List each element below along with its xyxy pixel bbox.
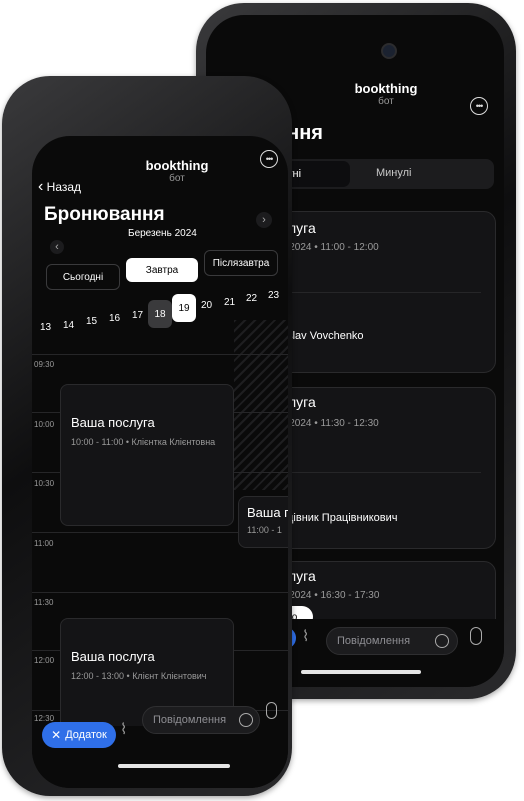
booking-person: oslav Vovchenko (281, 330, 364, 342)
date-18[interactable]: 18 (148, 300, 172, 328)
chevron-left-icon: ‹ (38, 178, 44, 195)
close-icon: ✕ (51, 728, 62, 742)
event-detail: 11:00 - 1 (247, 525, 282, 535)
tab-past[interactable]: Минулі (376, 167, 412, 179)
booking-card[interactable]: слуга я 2024 • 11:00 - 12:00 oslav Vovch… (265, 211, 496, 373)
booking-time: я 2024 • 11:00 - 12:00 (281, 242, 379, 253)
date-22[interactable]: 22 (246, 293, 257, 304)
date-17[interactable]: 17 (132, 310, 143, 321)
tab-bar: утні Минулі (266, 159, 494, 189)
quick-day-after-tomorrow[interactable]: Післязавтра (204, 250, 278, 276)
front-camera (381, 43, 397, 59)
divider (281, 292, 481, 293)
message-input[interactable]: Повідомлення (142, 706, 260, 734)
event-title: Ваша послуга (71, 415, 155, 430)
chat-subtitle: бот (378, 96, 394, 107)
date-23[interactable]: 23 (268, 290, 279, 301)
unavailable-block (234, 320, 288, 490)
event-card[interactable]: Ваша послуга 10:00 - 11:00 • Клієнтка Кл… (60, 384, 234, 526)
chat-subtitle: бот (169, 173, 185, 184)
message-input[interactable]: Повідомлення (326, 627, 458, 655)
date-14[interactable]: 14 (63, 320, 74, 331)
event-title: Ваша п (247, 505, 288, 520)
time-label: 11:30 (34, 598, 54, 607)
more-options-icon[interactable]: ••• (260, 150, 278, 168)
date-19-selected[interactable]: 19 (172, 294, 196, 322)
quick-day-today[interactable]: Сьогодні (46, 264, 120, 290)
home-indicator (301, 670, 421, 674)
date-20[interactable]: 20 (201, 300, 212, 311)
time-label: 11:00 (34, 539, 54, 548)
time-label: 10:00 (34, 420, 55, 429)
time-label: 09:30 (34, 360, 55, 369)
message-input-placeholder: Повідомлення (337, 635, 411, 647)
sticker-icon[interactable] (435, 634, 449, 648)
page-title: Бронювання (44, 204, 165, 225)
month-label: Березень 2024 (128, 228, 197, 239)
message-input-placeholder: Повідомлення (153, 714, 227, 726)
front-phone: ‹ Назад bookthing бот ••• Бронювання › ‹… (2, 76, 292, 796)
attach-button-label: Додаток (65, 729, 107, 741)
booking-time: я 2024 • 16:30 - 17:30 (281, 590, 380, 601)
quick-day-label: Сьогодні (62, 271, 104, 283)
back-label: Назад (46, 180, 82, 194)
paperclip-icon[interactable]: ⌇ (120, 720, 127, 738)
quick-day-label: Післязавтра (212, 257, 270, 269)
booking-time: я 2024 • 11:30 - 12:30 (281, 418, 379, 429)
microphone-icon[interactable] (266, 702, 277, 719)
booking-card[interactable]: слуга я 2024 • 11:30 - 12:30 ацівник Пра… (265, 387, 496, 549)
front-phone-screen: ‹ Назад bookthing бот ••• Бронювання › ‹… (32, 136, 288, 788)
sticker-icon[interactable] (239, 713, 253, 727)
time-label: 10:30 (34, 479, 55, 488)
quick-day-tomorrow[interactable]: Завтра (126, 258, 198, 282)
tab-past-label: Минулі (376, 167, 412, 179)
chat-title: bookthing (145, 158, 209, 173)
microphone-icon[interactable] (470, 627, 482, 645)
event-card[interactable]: Ваша п 11:00 - 1 (238, 496, 288, 548)
grid-line (32, 354, 288, 355)
date-21[interactable]: 21 (224, 297, 235, 308)
grid-line (32, 592, 288, 593)
event-title: Ваша послуга (71, 649, 155, 664)
paperclip-icon[interactable]: ⌇ (302, 627, 309, 645)
event-detail: 10:00 - 11:00 • Клієнтка Клієнтовна (71, 437, 216, 447)
more-options-icon[interactable]: ••• (470, 97, 488, 115)
attach-button[interactable]: ✕ Додаток (42, 722, 116, 748)
date-13[interactable]: 13 (40, 322, 51, 333)
home-indicator (118, 764, 230, 768)
time-label: 12:00 (34, 656, 55, 665)
divider (281, 472, 481, 473)
chat-title: bookthing (354, 81, 418, 96)
date-15[interactable]: 15 (86, 316, 97, 327)
chevron-left-icon[interactable]: ‹ (50, 240, 64, 254)
calendar-grid: 09:30 10:00 10:30 11:00 11:30 12:00 12:3… (32, 320, 288, 740)
event-detail: 12:00 - 13:00 • Клієнт Клієнтович (71, 671, 207, 681)
date-16[interactable]: 16 (109, 313, 120, 324)
chevron-right-icon[interactable]: › (256, 212, 272, 228)
booking-person: ацівник Працівникович (281, 512, 398, 524)
back-button[interactable]: ‹ Назад (38, 178, 81, 196)
quick-day-label: Завтра (145, 264, 179, 276)
